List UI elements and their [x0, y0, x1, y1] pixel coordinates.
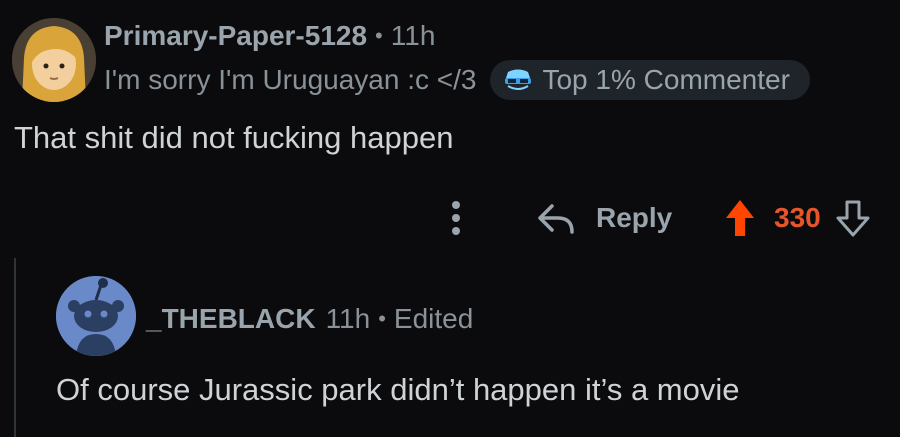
- separator-dot: •: [375, 23, 383, 48]
- comment-header: Primary-Paper-5128 • 11h: [104, 18, 435, 54]
- separator-dot: •: [378, 306, 386, 331]
- user-avatar[interactable]: [12, 18, 96, 102]
- thread-line[interactable]: [14, 258, 16, 437]
- reply-body: Of course Jurassic park didn’t happen it…: [56, 372, 740, 407]
- reply-username[interactable]: _THEBLACK: [146, 303, 316, 335]
- reply-label: Reply: [596, 202, 673, 233]
- flair-row: I'm sorry I'm Uruguayan :c </3 Top 1% Co…: [104, 60, 810, 100]
- username[interactable]: Primary-Paper-5128: [104, 20, 367, 52]
- downvote-icon[interactable]: [833, 198, 873, 238]
- more-options-button[interactable]: [440, 192, 472, 244]
- top-commenter-badge[interactable]: Top 1% Commenter: [490, 60, 810, 100]
- reply-button[interactable]: Reply: [536, 192, 672, 244]
- reply-timestamp[interactable]: 11h: [326, 303, 371, 335]
- badge-label: Top 1% Commenter: [542, 64, 790, 95]
- edited-label: Edited: [393, 303, 474, 334]
- vote-controls: 330: [724, 192, 873, 244]
- vote-score: 330: [774, 202, 821, 233]
- user-flair: I'm sorry I'm Uruguayan :c </3: [104, 64, 477, 95]
- more-vertical-icon: [452, 201, 460, 235]
- top-commenter-icon: [505, 69, 532, 90]
- timestamp[interactable]: 11h: [391, 20, 436, 52]
- upvote-icon[interactable]: [724, 198, 756, 238]
- reply-header: _THEBLACK 11h • Edited: [146, 300, 473, 338]
- comment-body: That shit did not fucking happen: [14, 120, 454, 155]
- reply-avatar[interactable]: [56, 276, 136, 356]
- reply-arrow-icon: [538, 204, 574, 234]
